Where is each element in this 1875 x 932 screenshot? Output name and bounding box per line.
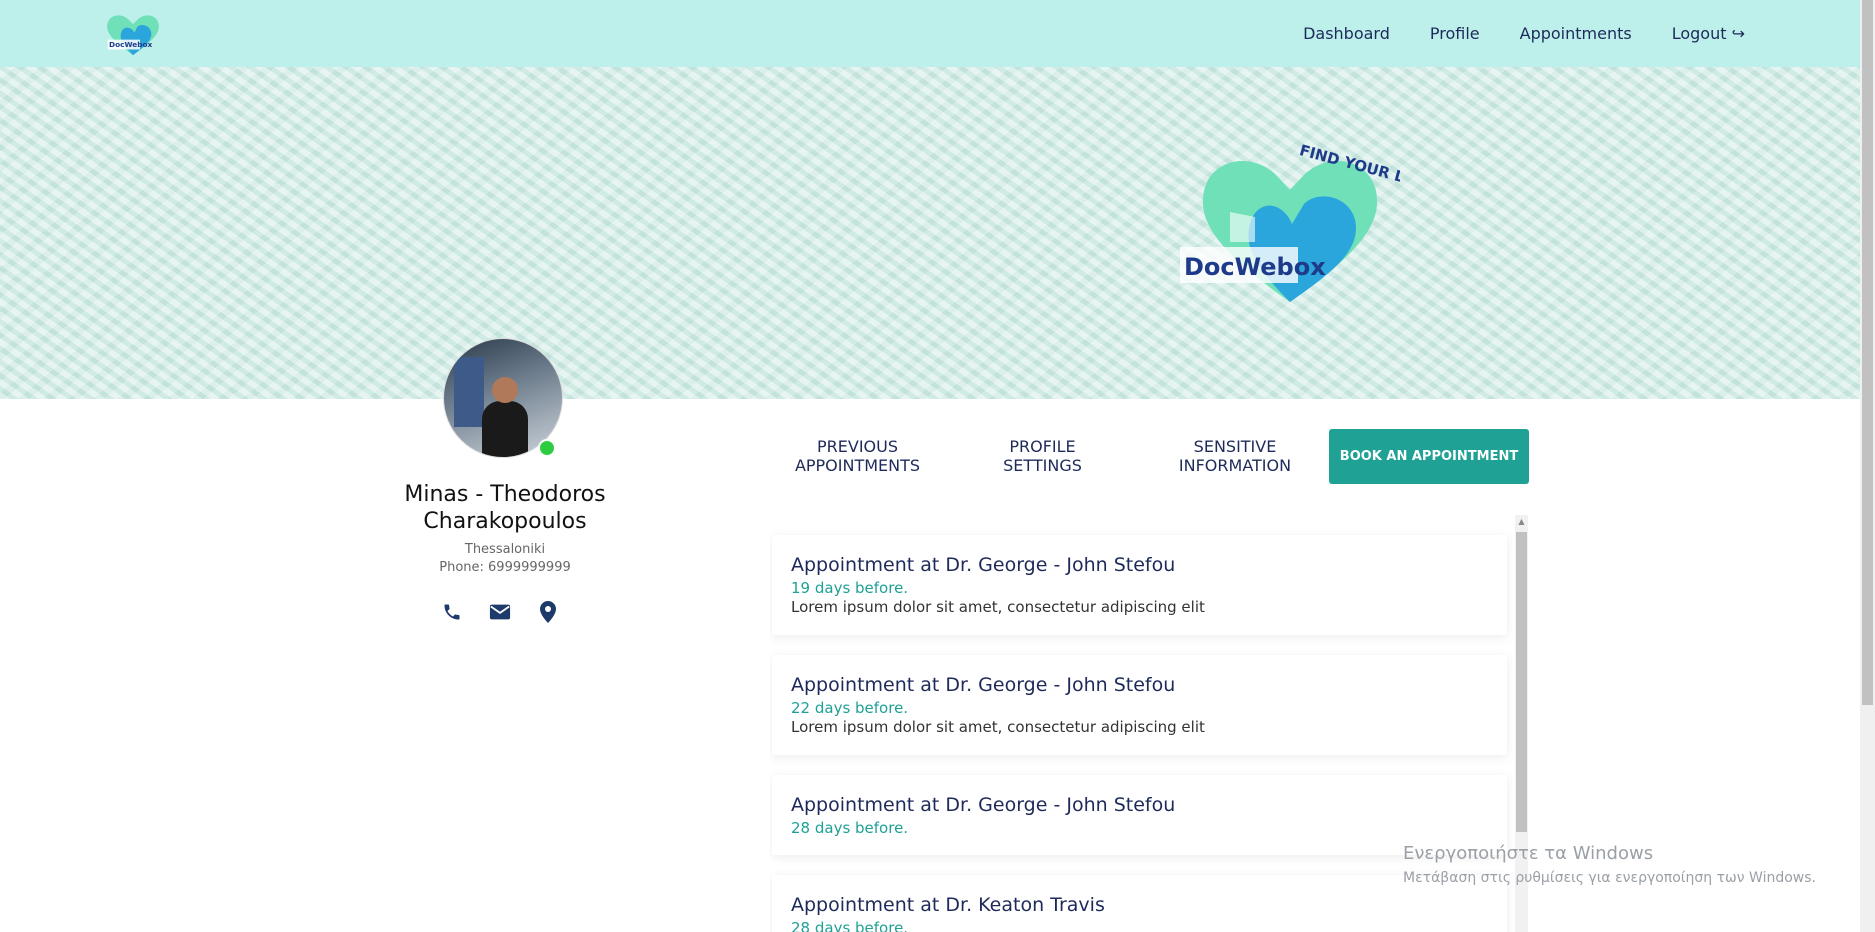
appointment-title: Appointment at Dr. George - John Stefou: [791, 794, 1176, 816]
appointment-title: Appointment at Dr. Keaton Travis: [791, 894, 1105, 916]
nav-dashboard[interactable]: Dashboard: [1303, 24, 1390, 43]
navbar: DocWebox Dashboard Profile Appointments …: [0, 0, 1860, 67]
windows-activation-subtitle: Μετάβαση στις ρυθμίσεις για ενεργοποίηση…: [1403, 870, 1816, 886]
svg-text:DocWebox: DocWebox: [1184, 253, 1326, 281]
windows-activation-title: Ενεργοποιήστε τα Windows: [1403, 843, 1654, 864]
docwebox-banner-logo: DocWebox FIND YOUR DOCTOR: [1180, 142, 1400, 302]
nav-appointments[interactable]: Appointments: [1520, 24, 1632, 43]
patient-city: Thessaloniki: [464, 542, 546, 557]
appointment-card[interactable]: Appointment at Dr. George - John Stefou …: [772, 655, 1507, 755]
profile-banner: DocWebox FIND YOUR DOCTOR: [0, 67, 1860, 399]
appointment-card[interactable]: Appointment at Dr. George - John Stefou …: [772, 535, 1507, 635]
appointment-days: 19 days before.: [791, 579, 909, 597]
envelope-icon[interactable]: [488, 600, 512, 624]
tab-sensitive-information[interactable]: SENSITIVE INFORMATION: [1160, 437, 1310, 477]
online-status-indicator: [538, 439, 556, 457]
tab-profile-settings[interactable]: PROFILE SETTINGS: [985, 437, 1100, 477]
patient-name: Minas - Theodoros Charakopoulos: [404, 482, 606, 534]
windows-activation-watermark: Ενεργοποιήστε τα Windows Μετάβαση στις ρ…: [1403, 843, 1816, 886]
contact-icons: [440, 600, 560, 624]
svg-text:DocWebox: DocWebox: [109, 40, 152, 49]
appointment-title: Appointment at Dr. George - John Stefou: [791, 554, 1176, 576]
appointment-days: 28 days before.: [791, 919, 909, 932]
book-appointment-button[interactable]: BOOK AN APPOINTMENT: [1329, 429, 1529, 484]
appointment-days: 28 days before.: [791, 819, 909, 837]
avatar: [443, 338, 563, 458]
list-scrollbar-thumb[interactable]: [1516, 532, 1527, 832]
appointment-card[interactable]: Appointment at Dr. Keaton Travis 28 days…: [772, 875, 1507, 932]
appointment-title: Appointment at Dr. George - John Stefou: [791, 674, 1176, 696]
appointment-description: Lorem ipsum dolor sit amet, consectetur …: [791, 718, 1205, 736]
scroll-up-arrow-icon[interactable]: ▲: [1516, 515, 1527, 529]
docwebox-logo[interactable]: DocWebox: [102, 8, 164, 60]
map-marker-icon[interactable]: [536, 600, 560, 624]
appointment-card[interactable]: Appointment at Dr. George - John Stefou …: [772, 775, 1507, 855]
patient-phone: Phone: 6999999999: [439, 560, 571, 575]
page-scrollbar-thumb[interactable]: [1862, 0, 1873, 705]
nav-profile[interactable]: Profile: [1430, 24, 1480, 43]
phone-icon[interactable]: [440, 600, 464, 624]
tab-previous-appointments[interactable]: PREVIOUS APPOINTMENTS: [780, 437, 935, 477]
appointment-days: 22 days before.: [791, 699, 909, 717]
appointment-description: Lorem ipsum dolor sit amet, consectetur …: [791, 598, 1205, 616]
nav-logout[interactable]: Logout ↪: [1672, 24, 1745, 43]
